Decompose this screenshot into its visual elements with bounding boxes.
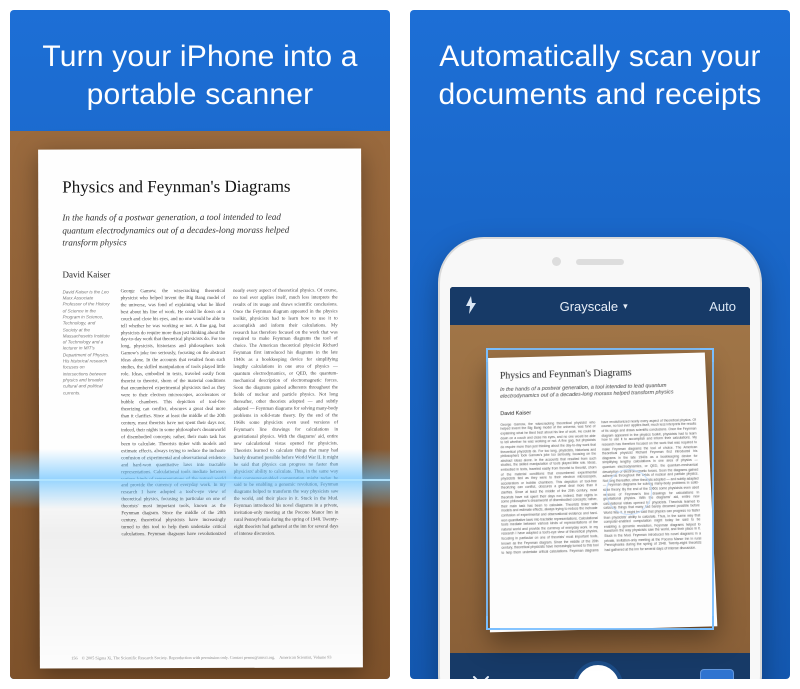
mini-doc-body: George Gamow, the wisecracking theoretic… — [500, 418, 703, 603]
camera-viewfinder[interactable]: Physics and Feynman's Diagrams In the ha… — [450, 325, 750, 653]
footer-journal: American Scientist, Volume 93 — [279, 655, 331, 660]
document-subtitle: In the hands of a postwar generation, a … — [62, 211, 310, 250]
mini-doc-title: Physics and Feynman's Diagrams — [500, 366, 694, 381]
auto-mode-button[interactable]: Auto — [709, 299, 736, 314]
document-title: Physics and Feynman's Diagrams — [62, 177, 337, 198]
shutter-button[interactable] — [573, 661, 623, 679]
page-count-badge[interactable]: 3 — [700, 669, 734, 679]
document-footer: 156 © 2005 Sigma Xi, The Scientific Rese… — [63, 655, 338, 661]
flash-icon[interactable] — [464, 296, 478, 317]
paper-crease — [39, 470, 363, 669]
footer-copyright: © 2005 Sigma Xi, The Scientific Research… — [81, 655, 275, 661]
footer-page: 156 — [71, 656, 77, 661]
mini-doc-author: David Kaiser — [500, 406, 695, 417]
close-button[interactable] — [466, 673, 496, 679]
scanner-top-bar: Grayscale ▾ Auto — [450, 287, 750, 325]
headline-2: Automatically scan your documents and re… — [410, 10, 790, 131]
close-icon — [472, 675, 490, 679]
scanner-bottom-bar: 3 — [450, 653, 750, 679]
mini-doc-subtitle: In the hands of a postwar generation, a … — [500, 383, 695, 402]
wood-surface: Physics and Feynman's Diagrams In the ha… — [10, 131, 390, 679]
document-author: David Kaiser — [62, 268, 337, 279]
phone-screen: Grayscale ▾ Auto Physics and Feynman's D… — [450, 287, 750, 679]
scanned-document: Physics and Feynman's Diagrams In the ha… — [38, 148, 363, 669]
headline-1: Turn your iPhone into a portable scanner — [10, 10, 390, 131]
iphone-device: Grayscale ▾ Auto Physics and Feynman's D… — [440, 239, 760, 679]
promo-panel-1: Turn your iPhone into a portable scanner… — [10, 10, 390, 679]
document-in-viewfinder: Physics and Feynman's Diagrams In the ha… — [488, 353, 717, 632]
chevron-down-icon: ▾ — [623, 301, 628, 312]
color-mode-selector[interactable]: Grayscale ▾ — [560, 299, 628, 314]
promo-panel-2: Automatically scan your documents and re… — [410, 10, 790, 679]
color-mode-label: Grayscale — [560, 299, 619, 314]
page-count-value: 3 — [713, 677, 722, 679]
